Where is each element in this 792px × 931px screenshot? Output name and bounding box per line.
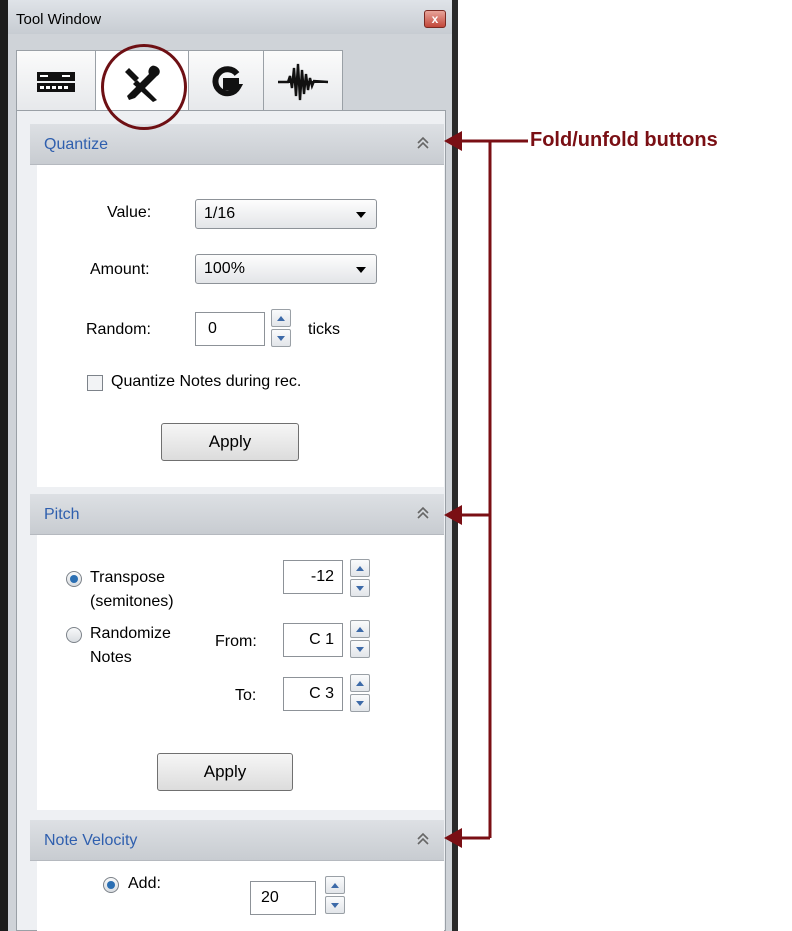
transpose-down-button[interactable] [350,579,370,597]
transpose-radio[interactable] [66,571,82,587]
quantize-during-rec-label: Quantize Notes during rec. [111,373,302,390]
close-icon: x [431,12,439,26]
to-stepper[interactable] [350,674,372,714]
velocity-down-button[interactable] [325,896,345,914]
fold-button[interactable] [416,505,430,521]
chevron-down-icon [356,212,366,218]
amount-label: Amount: [90,261,150,278]
quantize-during-rec-checkbox[interactable] [87,375,103,391]
quantize-amount-selected: 100% [204,260,245,277]
quantize-body: Value: 1/16 Amount: 100% Random: 0 ticks… [37,165,444,487]
quantize-title: Quantize [44,136,109,153]
randomize-label: Randomize [90,625,171,642]
annotation-label: Fold/unfold buttons [530,129,718,151]
transpose-sublabel: (semitones) [90,593,174,610]
annotation-bracket [458,139,528,840]
random-input[interactable]: 0 [195,312,265,346]
velocity-header[interactable]: Note Velocity [30,820,444,861]
quantize-header[interactable]: Quantize [30,124,444,165]
tab-groove[interactable] [188,50,264,112]
transpose-stepper[interactable] [350,559,372,599]
value-label: Value: [107,204,152,221]
velocity-up-button[interactable] [325,876,345,894]
transpose-input[interactable]: -12 [283,560,343,594]
to-up-button[interactable] [350,674,370,692]
randomize-sublabel: Notes [90,649,132,666]
transpose-value: -12 [310,568,334,585]
to-value: C 3 [309,685,334,702]
from-stepper[interactable] [350,620,372,660]
to-input[interactable]: C 3 [283,677,343,711]
close-button[interactable]: x [424,10,446,28]
randomize-radio[interactable] [66,627,82,643]
velocity-body: Add: 20 [37,861,444,931]
random-stepper[interactable] [271,309,293,349]
transpose-label: Transpose [90,569,165,586]
velocity-add-value: 20 [261,889,279,906]
to-down-button[interactable] [350,694,370,712]
title-bar: Tool Window x [8,0,452,34]
tab-waveform[interactable] [263,50,343,112]
from-up-button[interactable] [350,620,370,638]
waveform-icon [278,63,329,100]
velocity-add-input[interactable]: 20 [250,881,316,915]
to-label: To: [235,687,257,704]
velocity-title: Note Velocity [44,832,138,849]
random-value: 0 [208,320,217,337]
quantize-amount-dropdown[interactable]: 100% [195,254,377,284]
active-tab-highlight [101,44,187,130]
velocity-add-stepper[interactable] [325,876,347,916]
tool-window: Tool Window x Quantize Value: 1/16 Amoun… [0,0,458,931]
pitch-body: Transpose (semitones) -12 Randomize Note… [37,535,444,810]
velocity-add-label: Add: [128,875,161,892]
transpose-up-button[interactable] [350,559,370,577]
random-unit: ticks [308,321,340,338]
from-input[interactable]: C 1 [283,623,343,657]
random-up-button[interactable] [271,309,291,327]
tool-window-frame: Tool Window x Quantize Value: 1/16 Amoun… [8,0,458,931]
random-label: Random: [86,321,151,338]
velocity-add-radio[interactable] [103,877,119,893]
window-title: Tool Window [16,11,102,28]
from-value: C 1 [309,631,334,648]
fold-button[interactable] [416,831,430,847]
fold-button[interactable] [416,135,430,151]
pitch-title: Pitch [44,506,80,523]
pitch-apply-button[interactable]: Apply [157,753,293,791]
pitch-header[interactable]: Pitch [30,494,444,535]
from-label: From: [215,633,257,650]
chevron-down-icon [356,267,366,273]
tab-mixer[interactable] [16,50,96,112]
quantize-value-selected: 1/16 [204,205,236,222]
from-down-button[interactable] [350,640,370,658]
quantize-apply-button[interactable]: Apply [161,423,299,461]
mixer-icon [37,71,75,92]
quantize-value-dropdown[interactable]: 1/16 [195,199,377,229]
random-down-button[interactable] [271,329,291,347]
groove-icon [212,65,243,96]
